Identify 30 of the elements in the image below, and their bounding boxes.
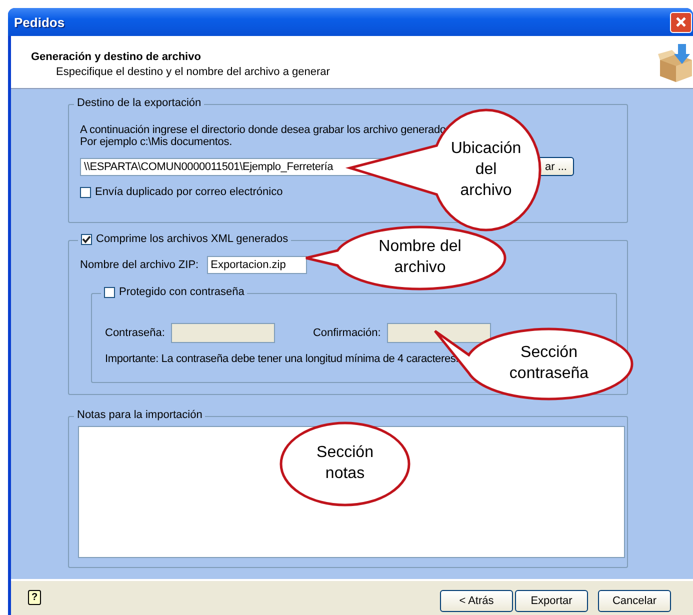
field-label: Confirmación: <box>312 327 381 339</box>
checkbox[interactable] <box>80 186 91 198</box>
group-legend: Notas para la importación <box>74 409 206 421</box>
callout-text: Nombre del archivo <box>378 237 462 278</box>
header-subtitle: Especifique el destino y el nombre del archivo a generar <box>55 66 330 78</box>
instruction-text: Por ejemplo c:\Mis documentos. <box>80 136 232 148</box>
window-title: Pedidos <box>14 14 65 30</box>
footer-button[interactable]: Exportar <box>515 590 588 612</box>
callout-text: Sección contraseña <box>509 343 589 384</box>
zip-name-field[interactable]: Exportacion.zip <box>206 256 307 274</box>
checkbox[interactable] <box>104 286 115 298</box>
header-title: Generación y destino de archivo <box>31 51 202 63</box>
field-label: Nombre del archivo ZIP: <box>80 259 199 271</box>
help-icon[interactable]: ? <box>28 590 41 605</box>
checkbox-label: Protegido con contraseña <box>119 286 244 298</box>
footer-button[interactable]: Cancelar <box>598 590 671 612</box>
group-legend: Destino de la exportación <box>74 97 204 109</box>
password-note: Importante: La contraseña debe tener una longitud mínima de 4 caracteres. <box>105 353 459 365</box>
checkbox[interactable] <box>81 234 92 244</box>
box-icon <box>658 42 693 82</box>
field-label: Contraseña: <box>105 327 165 339</box>
close-icon <box>675 16 687 28</box>
password-field[interactable] <box>170 323 275 343</box>
callout-text: Sección notas <box>316 443 374 484</box>
confirmation-field[interactable] <box>386 323 491 343</box>
close-button[interactable] <box>670 12 692 32</box>
checkbox-label: Comprime los archivos XML generados <box>96 233 288 245</box>
footer-button[interactable]: < Atrás <box>440 590 513 612</box>
instruction-text: A continuación ingrese el directorio donde desea grabar los archivo generado <box>80 124 446 136</box>
checkbox-label: Envía duplicado por correo electrónico <box>95 186 283 198</box>
